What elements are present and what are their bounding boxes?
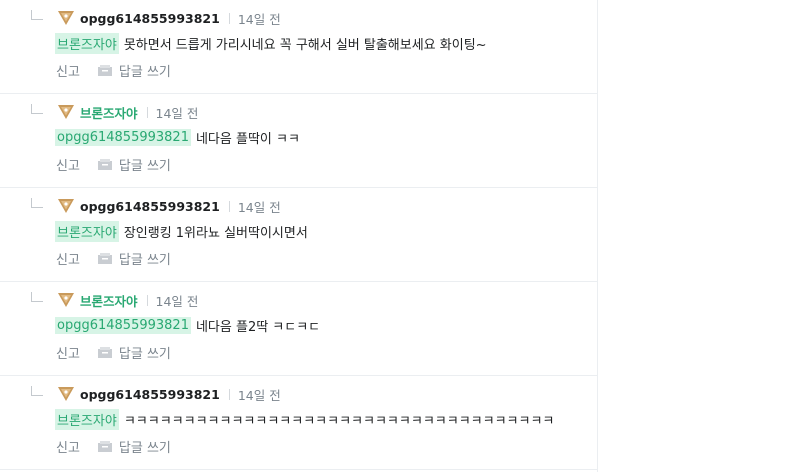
- reply-actions: 신고 답글 쓰기: [56, 249, 171, 268]
- reply-indent-icon: [31, 292, 43, 302]
- reply-button[interactable]: 답글 쓰기: [97, 249, 171, 268]
- reply-button-label: 답글 쓰기: [118, 253, 171, 268]
- reply-text: 장인랭킹 1위라뇨 실버딱이시면서: [123, 226, 308, 241]
- reply-button[interactable]: 답글 쓰기: [97, 437, 171, 456]
- reply-content: 브론즈자야 못하면서 드릅게 가리시네요 꼭 구해서 실버 탈출해보세요 화이팅…: [55, 33, 487, 54]
- timestamp: 14일 전: [155, 105, 199, 121]
- reply-text: 못하면서 드릅게 가리시네요 꼭 구해서 실버 탈출해보세요 화이팅~: [123, 38, 487, 53]
- reply-button[interactable]: 답글 쓰기: [97, 61, 171, 80]
- meta-divider: [146, 294, 148, 306]
- reply-button-label: 답글 쓰기: [118, 441, 171, 456]
- reply-meta: 브론즈자야 14일 전: [58, 291, 198, 309]
- reply-button-label: 답글 쓰기: [118, 159, 171, 174]
- reply-box-icon: [97, 441, 112, 452]
- timestamp: 14일 전: [237, 199, 281, 215]
- bronze-tier-icon: [58, 293, 74, 307]
- reply-item: 브론즈자야 14일 전 opgg614855993821 네다음 플2딱 ㅋㄷㅋ…: [0, 282, 597, 376]
- reply-content: opgg614855993821 네다음 플2딱 ㅋㄷㅋㄷ: [55, 316, 320, 335]
- reply-text: ㅋㅋㅋㅋㅋㅋㅋㅋㅋㅋㅋㅋㅋㅋㅋㅋㅋㅋㅋㅋㅋㅋㅋㅋㅋㅋㅋㅋㅋㅋㅋㅋㅋㅋㅋㅋ: [123, 414, 555, 429]
- report-button[interactable]: 신고: [56, 155, 80, 174]
- reply-item: 브론즈자야 14일 전 opgg614855993821 네다음 플딱이 ㅋㅋ …: [0, 94, 597, 188]
- mention-tag[interactable]: opgg614855993821: [55, 317, 191, 334]
- bronze-tier-icon: [58, 105, 74, 119]
- meta-divider: [228, 12, 230, 24]
- reply-meta: opgg614855993821 14일 전: [58, 197, 281, 215]
- mention-tag[interactable]: 브론즈자야: [55, 221, 119, 242]
- reply-item: opgg614855993821 14일 전 브론즈자야 ㅋㅋㅋㅋㅋㅋㅋㅋㅋㅋㅋ…: [0, 376, 597, 470]
- reply-actions: 신고 답글 쓰기: [56, 343, 171, 362]
- reply-meta: opgg614855993821 14일 전: [58, 385, 281, 403]
- timestamp: 14일 전: [155, 293, 199, 309]
- report-button[interactable]: 신고: [56, 249, 80, 268]
- reply-button-label: 답글 쓰기: [118, 347, 171, 362]
- bronze-tier-icon: [58, 11, 74, 25]
- meta-divider: [228, 388, 230, 400]
- mention-tag[interactable]: opgg614855993821: [55, 129, 191, 146]
- meta-divider: [146, 106, 148, 118]
- author-name[interactable]: opgg614855993821: [80, 11, 220, 26]
- mention-tag[interactable]: 브론즈자야: [55, 33, 119, 54]
- author-name[interactable]: 브론즈자야: [80, 291, 138, 310]
- bronze-tier-icon: [58, 387, 74, 401]
- reply-item: opgg614855993821 14일 전 브론즈자야 장인랭킹 1위라뇨 실…: [0, 188, 597, 282]
- mention-tag[interactable]: 브론즈자야: [55, 409, 119, 430]
- reply-content: 브론즈자야 장인랭킹 1위라뇨 실버딱이시면서: [55, 221, 308, 242]
- report-button[interactable]: 신고: [56, 437, 80, 456]
- report-button[interactable]: 신고: [56, 61, 80, 80]
- timestamp: 14일 전: [237, 387, 281, 403]
- reply-text: 네다음 플딱이 ㅋㅋ: [195, 132, 300, 147]
- reply-actions: 신고 답글 쓰기: [56, 155, 171, 174]
- reply-meta: opgg614855993821 14일 전: [58, 9, 281, 27]
- reply-item: opgg614855993821 14일 전 브론즈자야 못하면서 드릅게 가리…: [0, 0, 597, 94]
- reply-content: 브론즈자야 ㅋㅋㅋㅋㅋㅋㅋㅋㅋㅋㅋㅋㅋㅋㅋㅋㅋㅋㅋㅋㅋㅋㅋㅋㅋㅋㅋㅋㅋㅋㅋㅋㅋㅋ…: [55, 409, 555, 430]
- reply-meta: 브론즈자야 14일 전: [58, 103, 198, 121]
- reply-indent-icon: [31, 104, 43, 114]
- reply-button-label: 답글 쓰기: [118, 65, 171, 80]
- reply-button[interactable]: 답글 쓰기: [97, 343, 171, 362]
- bronze-tier-icon: [58, 199, 74, 213]
- reply-indent-icon: [31, 10, 43, 20]
- reply-actions: 신고 답글 쓰기: [56, 61, 171, 80]
- reply-indent-icon: [31, 198, 43, 208]
- reply-content: opgg614855993821 네다음 플딱이 ㅋㅋ: [55, 128, 300, 147]
- reply-box-icon: [97, 347, 112, 358]
- author-name[interactable]: opgg614855993821: [80, 387, 220, 402]
- reply-indent-icon: [31, 386, 43, 396]
- timestamp: 14일 전: [237, 11, 281, 27]
- comment-thread: opgg614855993821 14일 전 브론즈자야 못하면서 드릅게 가리…: [0, 0, 598, 472]
- reply-box-icon: [97, 65, 112, 76]
- reply-actions: 신고 답글 쓰기: [56, 437, 171, 456]
- report-button[interactable]: 신고: [56, 343, 80, 362]
- reply-box-icon: [97, 159, 112, 170]
- meta-divider: [228, 200, 230, 212]
- reply-text: 네다음 플2딱 ㅋㄷㅋㄷ: [195, 320, 321, 335]
- reply-button[interactable]: 답글 쓰기: [97, 155, 171, 174]
- author-name[interactable]: 브론즈자야: [80, 103, 138, 122]
- reply-box-icon: [97, 253, 112, 264]
- author-name[interactable]: opgg614855993821: [80, 199, 220, 214]
